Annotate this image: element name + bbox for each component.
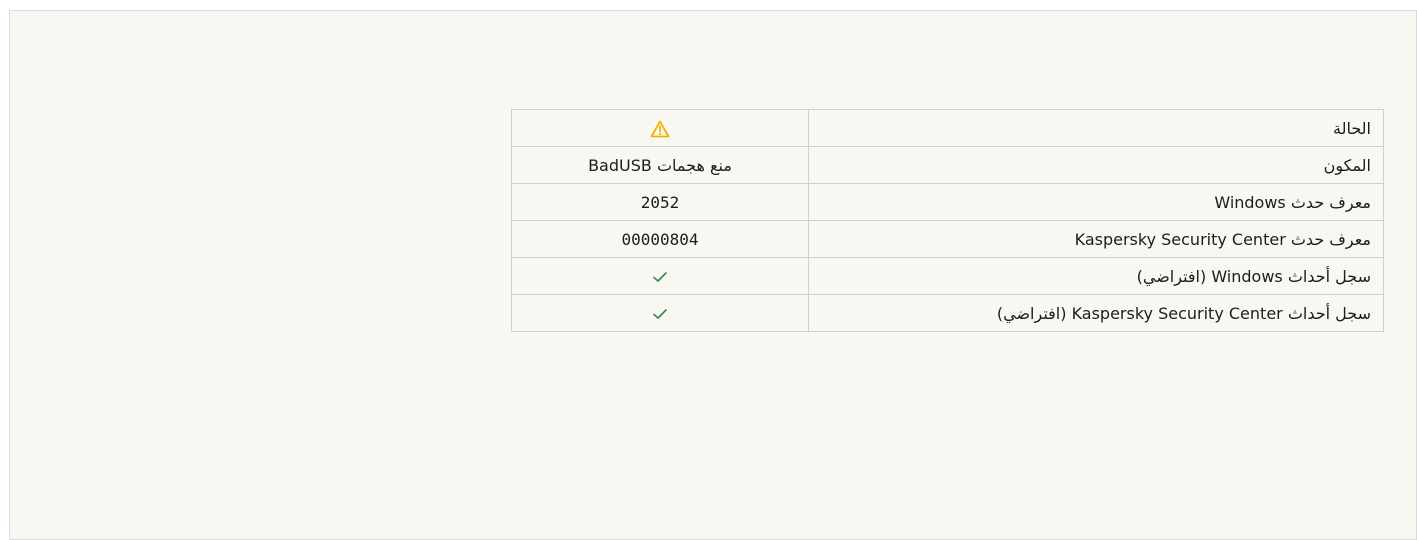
component-label: المكون	[808, 146, 1384, 184]
table-row: معرف حدث Kaspersky Security Center 00000…	[511, 220, 1384, 258]
windows-event-log-label: سجل أحداث Windows (افتراضي)	[808, 257, 1384, 295]
component-value: منع هجمات BadUSB	[511, 146, 809, 184]
event-details-panel: الحالة المكون منع هجمات BadUSB معرف حدث …	[9, 10, 1417, 540]
status-value	[511, 109, 809, 147]
ksc-event-id-label: معرف حدث Kaspersky Security Center	[808, 220, 1384, 258]
table-row: سجل أحداث Windows (افتراضي)	[511, 257, 1384, 295]
table-row: الحالة	[511, 109, 1384, 147]
checkmark-icon	[652, 271, 668, 283]
ksc-event-log-value	[511, 294, 809, 332]
status-label: الحالة	[808, 109, 1384, 147]
ksc-event-id-value: 00000804	[511, 220, 809, 258]
windows-event-id-value: 2052	[511, 183, 809, 221]
warning-icon	[650, 120, 670, 138]
table-row: سجل أحداث Kaspersky Security Center (افت…	[511, 294, 1384, 332]
checkmark-icon	[652, 308, 668, 320]
ksc-event-log-label: سجل أحداث Kaspersky Security Center (افت…	[808, 294, 1384, 332]
windows-event-log-value	[511, 257, 809, 295]
windows-event-id-label: معرف حدث Windows	[808, 183, 1384, 221]
table-row: معرف حدث Windows 2052	[511, 183, 1384, 221]
table-row: المكون منع هجمات BadUSB	[511, 146, 1384, 184]
event-properties-table: الحالة المكون منع هجمات BadUSB معرف حدث …	[511, 109, 1384, 332]
